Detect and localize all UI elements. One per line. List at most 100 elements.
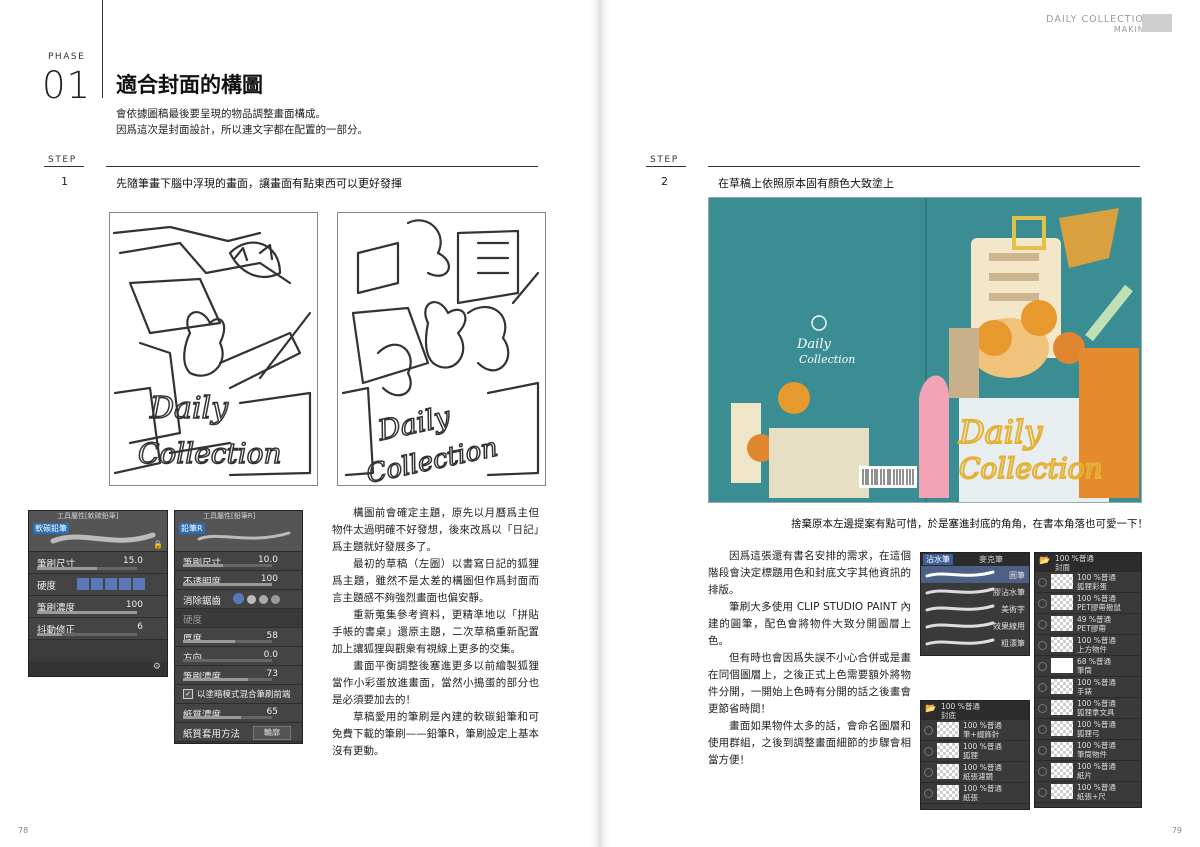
param-row-brush-density[interactable]: 筆刷濃度 100 xyxy=(29,596,167,618)
param-slider[interactable] xyxy=(183,583,272,586)
first-sketch: Daily Collection xyxy=(109,212,318,486)
visibility-icon[interactable] xyxy=(1038,599,1047,608)
visibility-icon[interactable] xyxy=(1038,746,1047,755)
layer-row[interactable]: 100 %普通 狐狸彩蛋 xyxy=(1035,572,1141,593)
paper-method-select[interactable]: 輪廓 xyxy=(253,726,291,740)
param-row-antialiasing[interactable]: 消除鋸齒 xyxy=(175,590,302,609)
layer-row[interactable]: 100 %普通 狐狸弓 xyxy=(1035,719,1141,740)
layer-row[interactable]: 100 %普通 紙張濾鏡 xyxy=(921,762,1029,783)
param-slider[interactable] xyxy=(183,678,272,681)
param-slider[interactable] xyxy=(183,716,272,719)
param-row-hardness[interactable]: 硬度 xyxy=(29,574,167,596)
layer-row[interactable]: 100 %普通 紙張+尺 xyxy=(1035,782,1141,803)
lead-line: 因爲這次是封面設計，所以連文字都在配置的一部分。 xyxy=(116,124,368,136)
page-number: 79 xyxy=(1171,826,1182,835)
layer-row[interactable]: 100 %普通 筆筒物件 xyxy=(1035,740,1141,761)
brush-item-calligraphy[interactable]: 美術字 xyxy=(921,600,1029,617)
visibility-icon[interactable] xyxy=(924,747,933,756)
brush-preview: 鉛筆R xyxy=(175,521,302,552)
visibility-icon[interactable] xyxy=(1038,620,1047,629)
layer-row[interactable]: 100 %普通 狐狸 xyxy=(921,741,1029,762)
param-row-brush-density[interactable]: 筆刷濃度 73 xyxy=(175,666,302,685)
paragraph: 但有時也會因爲失誤不小心合併或是畫在同個圖層上，之後正式上色需要額外將物件分開，… xyxy=(708,652,911,715)
visibility-icon[interactable] xyxy=(1038,788,1047,797)
step-text: 先隨筆畫下腦中浮現的畫面，讓畫面有點東西可以更好發揮 xyxy=(116,177,402,190)
layer-row[interactable]: 100 %普通 PET膠帶撥鼠 xyxy=(1035,593,1141,614)
param-slider[interactable] xyxy=(37,567,137,570)
layer-row[interactable]: 100 %普通 狐狸拿文具 xyxy=(1035,698,1141,719)
layer-row[interactable]: 49 %普通 PET膠帶 xyxy=(1035,614,1141,635)
brush-item-gpen[interactable]: 膠沾水筆 xyxy=(921,583,1029,600)
param-row-opacity[interactable]: 不透明度 100 xyxy=(175,571,302,590)
visibility-icon[interactable] xyxy=(1038,683,1047,692)
visibility-icon[interactable] xyxy=(1038,662,1047,671)
visibility-icon[interactable] xyxy=(924,768,933,777)
visibility-icon[interactable] xyxy=(1038,578,1047,587)
layer-thumbnail xyxy=(1051,784,1073,799)
layer-thumbnail xyxy=(1051,742,1073,757)
layer-group-back-cover[interactable]: 📂 100 %普通 封底 xyxy=(921,701,1029,720)
param-slider[interactable] xyxy=(37,611,137,614)
lock-icon[interactable]: 🔒 xyxy=(153,540,163,549)
param-label: 紙質套用方法 xyxy=(183,729,241,740)
layer-row[interactable]: 100 %普通 紙片 xyxy=(1035,761,1141,782)
stroke-preview xyxy=(197,531,291,541)
panel-header: 工具屬性[鉛筆R] xyxy=(175,511,302,521)
param-slider[interactable] xyxy=(37,633,137,636)
step-rule-long xyxy=(106,166,538,167)
param-row-paper-density[interactable]: 紙質濃度 65 xyxy=(175,704,302,723)
param-row-direction[interactable]: 方向 0.0 xyxy=(175,647,302,666)
visibility-icon[interactable] xyxy=(1038,704,1047,713)
param-row-darken-blend[interactable]: ✓ 以塗暗模式混合筆刷前端 xyxy=(175,685,302,704)
hardness-swatches[interactable] xyxy=(77,578,145,593)
layer-row[interactable]: 100 %普通 筆+綴飾針 xyxy=(921,720,1029,741)
layer-row[interactable]: 68 %普通 筆筒 xyxy=(1035,656,1141,677)
layer-label: 100 %普通 紙張濾鏡 xyxy=(963,763,1002,781)
layer-thumbnail xyxy=(1051,616,1073,631)
layer-thumbnail xyxy=(1051,658,1073,673)
param-row-brush-size[interactable]: 筆刷尺寸 15.0 xyxy=(29,552,167,574)
visibility-icon[interactable] xyxy=(924,726,933,735)
visibility-icon[interactable] xyxy=(1038,725,1047,734)
layer-group-front-cover[interactable]: 📂 100 %普通 封面 xyxy=(1035,553,1141,572)
brush-item-round[interactable]: 圓筆 xyxy=(921,566,1029,583)
phase-divider xyxy=(102,0,103,98)
brush-item-effect-line[interactable]: 效果線用 xyxy=(921,617,1029,634)
param-row-paper-method[interactable]: 紙質套用方法 輪廓 xyxy=(175,723,302,742)
layer-label: 68 %普通 筆筒 xyxy=(1077,657,1112,675)
layer-label: 100 %普通 狐狸彩蛋 xyxy=(1077,573,1116,591)
checkbox[interactable]: ✓ xyxy=(183,689,193,699)
stroke-preview xyxy=(925,604,995,612)
stroke-preview xyxy=(50,532,156,544)
visibility-icon[interactable] xyxy=(924,789,933,798)
running-subtitle: MAKING xyxy=(1113,25,1152,34)
tab-marker[interactable]: 麥克筆 xyxy=(979,554,1003,565)
layer-row[interactable]: 100 %普通 紙張 xyxy=(921,783,1029,804)
param-slider[interactable] xyxy=(183,659,272,662)
param-row-brush-size[interactable]: 筆刷尺寸 10.0 xyxy=(175,552,302,571)
tab-dip-pen[interactable]: 沾水筆 xyxy=(923,554,953,565)
paragraph: 畫面平衡調整後塞進更多以前繪製狐狸當作小彩蛋放進畫面，當然小搗蛋的部分也是必須要… xyxy=(332,660,539,706)
antialias-options[interactable] xyxy=(233,593,280,607)
param-row-hardness[interactable]: 硬度 xyxy=(175,609,302,628)
param-row-stabilization[interactable]: 抖動修正 6 xyxy=(29,618,167,640)
slider-fill xyxy=(183,583,272,586)
visibility-icon[interactable] xyxy=(1038,767,1047,776)
layer-row[interactable]: 100 %普通 手錶 xyxy=(1035,677,1141,698)
param-slider[interactable] xyxy=(183,640,272,643)
param-slider[interactable] xyxy=(183,564,272,567)
panel-footer: ⚙ xyxy=(29,662,167,676)
layer-label: 100 %普通 手錶 xyxy=(1077,678,1116,696)
step-text: 在草稿上依照原本固有顏色大致塗上 xyxy=(718,177,894,190)
page-title: 適合封面的構圖 xyxy=(116,73,263,97)
visibility-icon[interactable] xyxy=(1038,641,1047,650)
paragraph: 畫面如果物件太多的話，會命名圖層和使用群組，之後到調整畫面細節的步驟會相當方便！ xyxy=(708,720,911,766)
header-tab xyxy=(1142,14,1172,32)
phase-number: 01 xyxy=(42,64,92,107)
wrench-icon[interactable]: ⚙ xyxy=(153,662,161,672)
step-label: STEP xyxy=(48,155,77,165)
layer-row[interactable]: 100 %普通 上方物件 xyxy=(1035,635,1141,656)
stroke-preview xyxy=(925,587,995,595)
param-row-thickness[interactable]: 厚度 58 xyxy=(175,628,302,647)
brush-item-thick[interactable]: 粗漂筆 xyxy=(921,634,1029,651)
